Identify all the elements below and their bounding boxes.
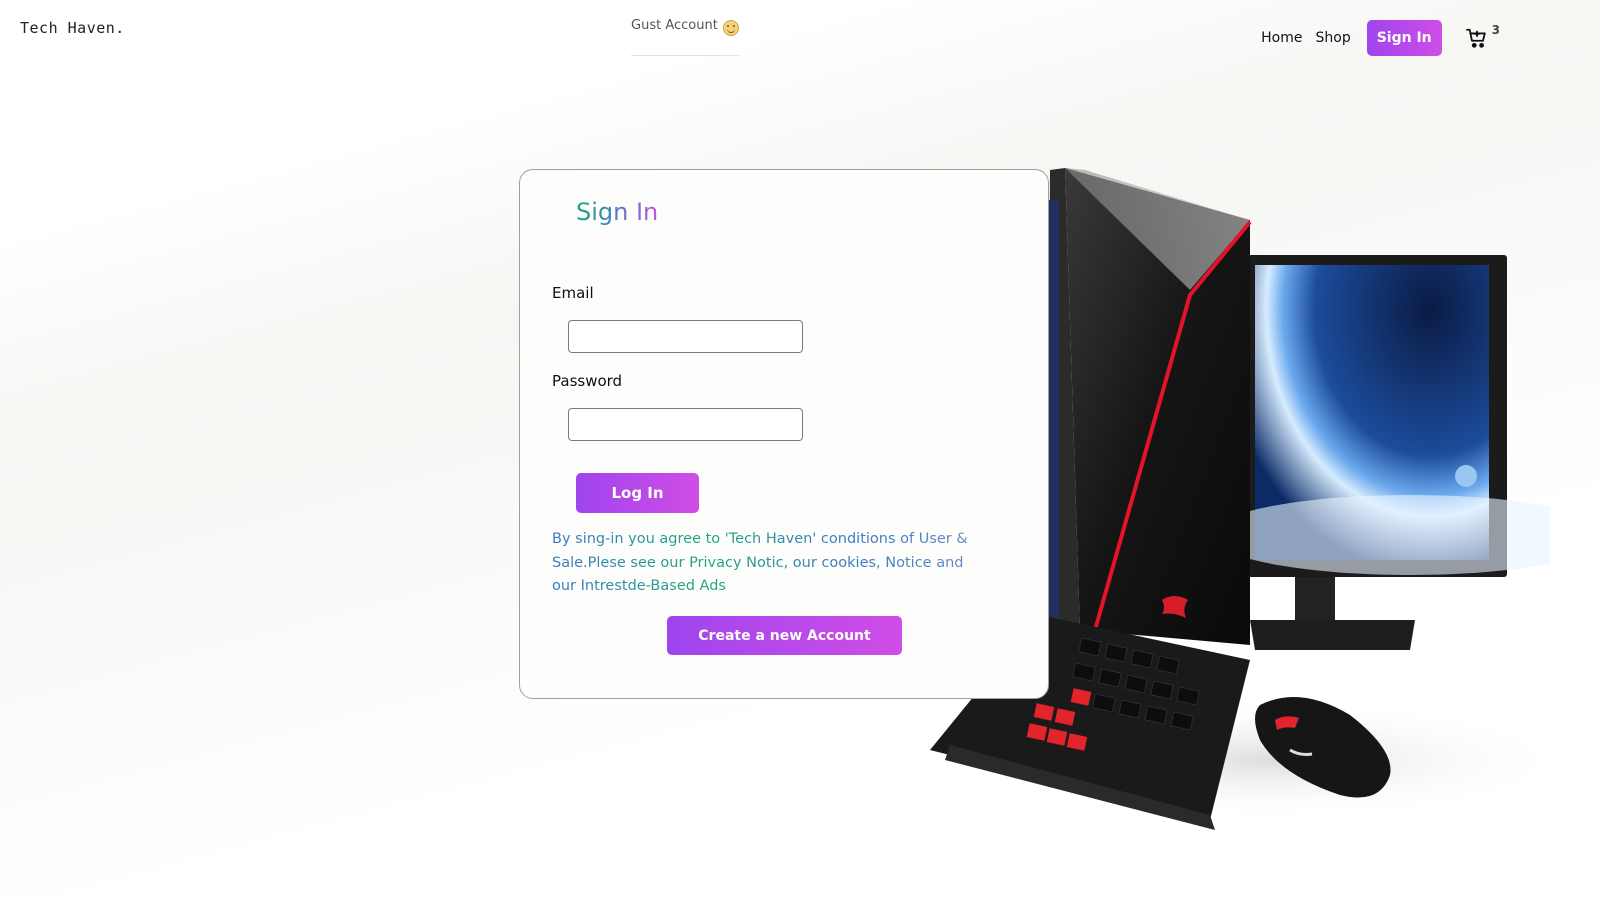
- email-label: Email: [552, 284, 594, 302]
- login-button[interactable]: Log In: [576, 473, 699, 513]
- shopping-cart-icon: [1465, 28, 1486, 48]
- password-label: Password: [552, 372, 623, 390]
- nav-shop-link[interactable]: Shop: [1316, 30, 1351, 46]
- cart-button[interactable]: 3: [1465, 23, 1500, 49]
- guest-account[interactable]: Gust Account: [631, 18, 739, 56]
- terms-notice: By sing-in you agree to 'Tech Haven' con…: [552, 528, 982, 599]
- site-logo[interactable]: Tech Haven.: [20, 19, 125, 37]
- create-account-button[interactable]: Create a new Account: [667, 616, 902, 655]
- main-nav: Home Shop Sign In 3: [1261, 20, 1500, 56]
- nav-signin-button[interactable]: Sign In: [1366, 20, 1442, 56]
- smiley-icon: [722, 20, 739, 36]
- cart-count-badge: 3: [1491, 23, 1500, 37]
- password-field[interactable]: [568, 408, 803, 441]
- nav-home-link[interactable]: Home: [1261, 30, 1302, 46]
- signin-title: Sign In: [576, 198, 659, 226]
- guest-account-label: Gust Account: [631, 18, 718, 33]
- email-field[interactable]: [568, 320, 803, 353]
- signin-card: Sign In Email Password Log In By sing-in…: [519, 169, 1049, 699]
